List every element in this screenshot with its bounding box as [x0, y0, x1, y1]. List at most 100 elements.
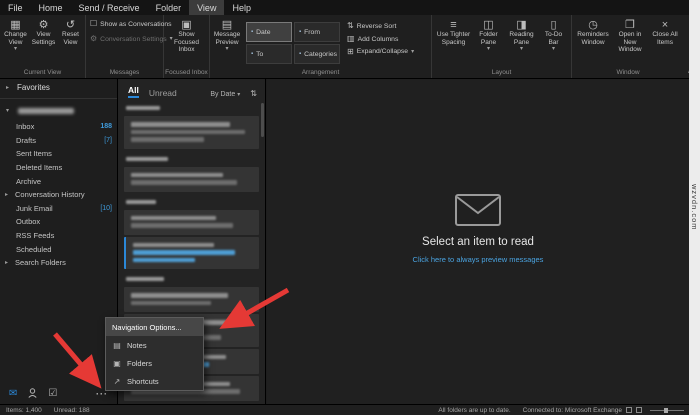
menu-view[interactable]: View — [189, 0, 224, 15]
chevron-down-icon: ▾ — [237, 92, 240, 98]
sort-by-dropdown[interactable]: By Date ▾ — [210, 91, 240, 98]
chevron-down-icon: ▾ — [520, 46, 523, 52]
tab-unread[interactable]: Unread — [149, 88, 177, 98]
folder-label: Inbox — [16, 122, 97, 131]
mail-nav-icon[interactable]: ✉ — [9, 389, 17, 399]
folder-rss-feeds[interactable]: RSS Feeds — [0, 229, 117, 243]
folder-label: Outbox — [16, 217, 112, 226]
todo-bar-label: To-Do Bar — [540, 31, 568, 46]
zoom-slider-thumb[interactable] — [664, 408, 668, 413]
menu-send-receive[interactable]: Send / Receive — [71, 0, 148, 15]
expand-collapse-label: Expand/Collapse — [357, 48, 408, 55]
menu-item-folders[interactable]: ▣ Folders — [106, 354, 203, 372]
message-preview-button[interactable]: ▤ Message Preview ▾ — [210, 17, 244, 52]
show-as-conversations-checkbox[interactable]: ☐ Show as Conversations — [86, 17, 176, 32]
folder-scheduled[interactable]: Scheduled — [0, 242, 117, 256]
gear-icon: ⚙ — [90, 35, 97, 44]
folder-inbox[interactable]: Inbox 188 — [0, 120, 117, 134]
email-list-item[interactable] — [124, 210, 259, 235]
blurred-text-line — [131, 216, 216, 221]
date-group-header[interactable] — [118, 151, 265, 165]
tasks-nav-icon[interactable]: ☑ — [48, 389, 57, 399]
folder-sent-items[interactable]: Sent Items — [0, 147, 117, 161]
change-view-button[interactable]: ▦ Change View ▾ — [2, 17, 30, 52]
chevron-down-icon: ▾ — [6, 107, 13, 114]
view-settings-button[interactable]: ⚙ View Settings — [30, 17, 58, 46]
close-all-items-label: Close All Items — [650, 31, 680, 46]
todo-bar-button[interactable]: ▯ To-Do Bar ▾ — [539, 17, 569, 52]
menu-item-shortcuts[interactable]: ↗ Shortcuts — [106, 372, 203, 390]
folder-archive[interactable]: Archive — [0, 174, 117, 188]
show-focused-inbox-label: Show Focused Inbox — [169, 31, 205, 53]
ribbon-group-window: ◷ Reminders Window ❐ Open in New Window … — [572, 15, 684, 78]
add-columns-button[interactable]: ▥ Add Columns — [345, 33, 416, 46]
folder-pane-button[interactable]: ◫ Folder Pane ▾ — [473, 17, 505, 52]
people-nav-icon[interactable] — [28, 388, 37, 401]
date-group-header[interactable] — [118, 100, 265, 114]
arrange-by-from-tile[interactable]: ▪ From — [294, 22, 340, 42]
normal-view-button[interactable] — [626, 407, 632, 413]
email-list-item[interactable] — [124, 287, 259, 312]
arrange-by-date-tile[interactable]: ▪ Date — [246, 22, 292, 42]
empty-state-title: Select an item to read — [422, 236, 534, 248]
watermark-text: wzvdn.com — [690, 184, 699, 231]
folder-conversation-history[interactable]: ▸ Conversation History — [0, 188, 117, 202]
date-group-header[interactable] — [118, 271, 265, 285]
focused-inbox-icon: ▣ — [181, 19, 191, 31]
menu-folder[interactable]: Folder — [148, 0, 190, 15]
menu-bar: File Home Send / Receive Folder View Hel… — [0, 0, 700, 15]
folder-search-folders[interactable]: ▸ Search Folders — [0, 256, 117, 270]
group-label-messages: Messages — [86, 70, 163, 79]
email-list-item[interactable] — [124, 167, 259, 192]
folder-outbox[interactable]: Outbox — [0, 215, 117, 229]
reading-pane-icon: ◨ — [516, 19, 526, 31]
chevron-down-icon: ▾ — [14, 46, 17, 52]
folder-junk-email[interactable]: Junk Email [10] — [0, 202, 117, 216]
folder-drafts[interactable]: Drafts [7] — [0, 134, 117, 148]
zoom-slider[interactable] — [650, 410, 684, 411]
email-list-item[interactable] — [124, 116, 259, 149]
reading-view-button[interactable] — [636, 407, 642, 413]
reminders-window-button[interactable]: ◷ Reminders Window — [575, 17, 611, 46]
chevron-down-icon: ▾ — [225, 46, 228, 52]
reverse-sort-button[interactable]: ⇅ Reverse Sort — [345, 20, 416, 33]
reading-pane-button[interactable]: ◨ Reading Pane ▾ — [505, 17, 539, 52]
chevron-right-icon: ▸ — [6, 84, 13, 91]
open-in-new-window-button[interactable]: ❐ Open in New Window — [611, 17, 649, 54]
group-label-focused-inbox: Focused Inbox — [164, 70, 209, 79]
item-count: [7] — [104, 137, 112, 144]
menu-item-notes[interactable]: ▤ Notes — [106, 336, 203, 354]
reset-view-button[interactable]: ↺ Reset View — [58, 17, 84, 46]
add-columns-icon: ▥ — [347, 35, 355, 44]
group-label-arrangement: Arrangement — [210, 70, 431, 79]
to-icon: ▪ — [251, 51, 253, 58]
expand-collapse-button[interactable]: ⊞ Expand/Collapse ▾ — [345, 46, 416, 59]
folder-label: RSS Feeds — [16, 231, 112, 240]
arrange-by-categories-tile[interactable]: ▪ Categories — [294, 44, 340, 64]
email-list-item-selected[interactable] — [124, 237, 259, 270]
folder-deleted-items[interactable]: Deleted Items — [0, 161, 117, 175]
arrange-by-to-tile[interactable]: ▪ To — [246, 44, 292, 64]
sync-status: All folders are up to date. — [438, 407, 510, 414]
show-focused-inbox-button[interactable]: ▣ Show Focused Inbox — [168, 17, 206, 54]
navigation-bar: ✉ ☑ ··· — [0, 384, 118, 404]
sort-direction-icon[interactable]: ⇅ — [250, 89, 257, 98]
folders-icon: ▣ — [112, 359, 122, 368]
date-group-header[interactable] — [118, 194, 265, 208]
menu-item-navigation-options[interactable]: Navigation Options... — [106, 318, 203, 336]
todo-bar-icon: ▯ — [550, 19, 556, 31]
close-all-items-button[interactable]: × Close All Items — [649, 17, 681, 46]
unread-count-status: Unread: 188 — [54, 407, 90, 414]
menu-home[interactable]: Home — [31, 0, 71, 15]
folder-label: Junk Email — [16, 204, 97, 213]
menu-file[interactable]: File — [0, 0, 31, 15]
scrollbar-thumb[interactable] — [261, 103, 264, 137]
account-header[interactable]: ▾ — [0, 103, 117, 118]
favorites-section-header[interactable]: ▸ Favorites — [0, 79, 117, 95]
preview-messages-link[interactable]: Click here to always preview messages — [413, 255, 544, 264]
menu-help[interactable]: Help — [224, 0, 259, 15]
use-tighter-spacing-button[interactable]: ≡ Use Tighter Spacing — [435, 17, 473, 46]
tab-all[interactable]: All — [128, 85, 139, 98]
view-settings-label: View Settings — [31, 31, 57, 46]
shortcuts-label: Shortcuts — [127, 377, 159, 386]
